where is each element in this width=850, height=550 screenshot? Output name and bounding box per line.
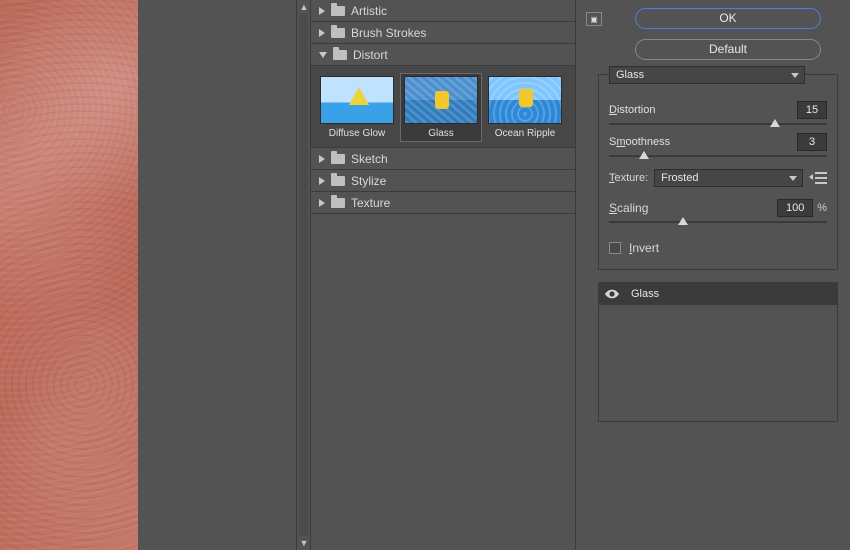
filter-thumb-ocean-ripple[interactable]: Ocean Ripple [485,74,565,141]
folder-icon [331,28,345,38]
category-distort[interactable]: Distort [311,44,575,66]
texture-select[interactable]: Frosted [654,169,803,187]
filter-thumb-glass[interactable]: Glass [401,74,481,141]
vertical-scrollbar[interactable]: ▲ ▼ [296,0,310,550]
distort-thumbnails: Diffuse Glow Glass Ocean Ripple [311,66,575,148]
invert-label: Invert [629,241,659,255]
smoothness-label: Smoothness [609,136,670,148]
distortion-label: Distortion [609,104,655,116]
category-label: Distort [353,48,388,62]
thumbnail-label: Ocean Ripple [487,128,563,139]
category-artistic[interactable]: Artistic [311,0,575,22]
category-label: Brush Strokes [351,26,426,40]
disclosure-triangle-icon [319,52,327,58]
folder-icon [331,154,345,164]
effect-layer-row[interactable]: Glass [599,283,837,305]
category-label: Texture [351,196,390,210]
filter-thumb-diffuse-glow[interactable]: Diffuse Glow [317,74,397,141]
scaling-slider[interactable] [609,221,827,223]
folder-icon [331,176,345,186]
filter-gallery: Artistic Brush Strokes Distort Diffuse G… [310,0,576,550]
invert-checkbox[interactable] [609,242,621,254]
thumbnail-label: Glass [403,128,479,139]
filter-select[interactable]: Glass [609,66,805,84]
distortion-input[interactable] [797,101,827,119]
slider-knob-icon[interactable] [770,119,780,127]
scrollbar-track[interactable] [299,14,308,536]
scaling-row: Scaling % [609,199,827,217]
document-preview[interactable] [0,0,138,550]
disclosure-triangle-icon [319,7,325,15]
folder-icon [333,50,347,60]
slider-knob-icon[interactable] [639,151,649,159]
settings-panel: ▣ OK Default Glass Distortion Smoothness [588,0,850,550]
visibility-eye-icon[interactable] [599,289,625,299]
thumbnail-label: Diffuse Glow [319,128,395,139]
folder-icon [331,198,345,208]
filter-select-value: Glass [616,69,644,81]
smoothness-input[interactable] [797,133,827,151]
texture-label: Texture: [609,172,648,184]
thumbnail-image [320,76,394,124]
disclosure-triangle-icon [319,155,325,163]
distortion-param: Distortion [609,101,827,125]
disclosure-triangle-icon [319,29,325,37]
scaling-label: Scaling [609,201,648,215]
smoothness-param: Smoothness [609,133,827,157]
category-label: Stylize [351,174,386,188]
category-stylize[interactable]: Stylize [311,170,575,192]
folder-icon [331,6,345,16]
effect-layer-name: Glass [625,288,837,300]
texture-row: Texture: Frosted [609,169,827,187]
texture-select-value: Frosted [661,172,698,184]
category-label: Artistic [351,4,387,18]
scaling-input[interactable] [777,199,813,217]
effect-layers-list: Glass [598,282,838,422]
filter-settings-group: Glass Distortion Smoothness Texture: F [598,74,838,270]
disclosure-triangle-icon [319,177,325,185]
default-button[interactable]: Default [635,39,821,60]
category-label: Sketch [351,152,388,166]
smoothness-slider[interactable] [609,155,827,157]
thumbnail-image [404,76,478,124]
category-sketch[interactable]: Sketch [311,148,575,170]
collapse-panel-icon[interactable]: ▣ [586,12,602,26]
category-brush-strokes[interactable]: Brush Strokes [311,22,575,44]
disclosure-triangle-icon [319,199,325,207]
flyout-menu-icon[interactable] [809,172,827,184]
preview-pane-right: ▲ ▼ [138,0,310,550]
distortion-slider[interactable] [609,123,827,125]
invert-row: Invert [609,241,827,255]
thumbnail-image [488,76,562,124]
scroll-down-arrow-icon[interactable]: ▼ [297,536,311,550]
scaling-unit: % [817,202,827,214]
slider-knob-icon[interactable] [678,217,688,225]
scroll-up-arrow-icon[interactable]: ▲ [297,0,311,14]
category-texture[interactable]: Texture [311,192,575,214]
ok-button[interactable]: OK [635,8,821,29]
